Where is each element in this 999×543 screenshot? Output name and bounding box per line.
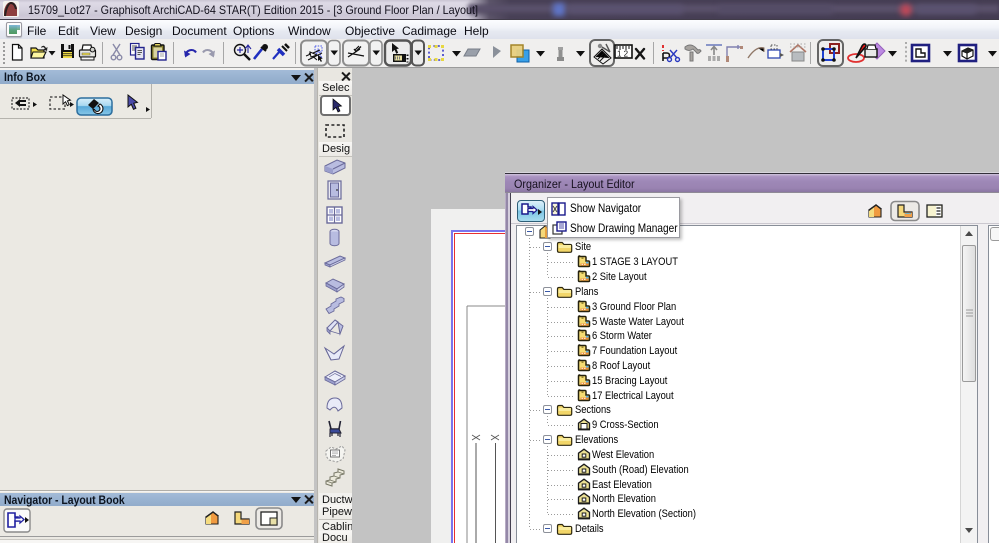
svg-text:1 2: 1 2 bbox=[617, 50, 629, 59]
